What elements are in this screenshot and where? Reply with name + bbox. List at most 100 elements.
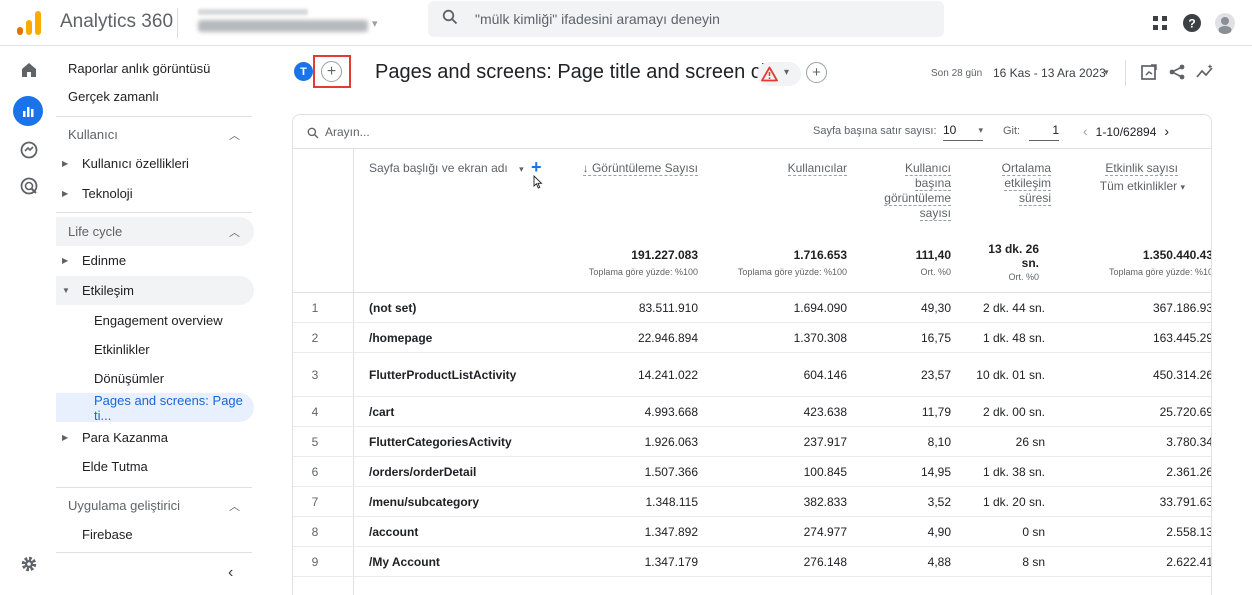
avg-engagement-value: 0 sn <box>1022 524 1045 539</box>
table-row[interactable]: 3 FlutterProductListActivity 14.241.022 604… <box>293 353 1211 397</box>
nav-item-events[interactable]: Etkinlikler <box>56 335 254 364</box>
nav-item-monetization[interactable]: ▶ Para Kazanma <box>56 423 254 452</box>
row-index: 9 <box>311 554 319 569</box>
plus-icon: + <box>321 61 342 82</box>
nav-group-user[interactable]: Kullanıcı ︿ <box>56 120 254 149</box>
search-bar[interactable]: "mülk kimliği" ifadesini aramayı deneyin <box>428 1 944 37</box>
row-index: 1 <box>311 300 319 315</box>
dimension-header[interactable]: Sayfa başlığı ve ekran adı ▾ <box>369 161 529 177</box>
search-icon <box>307 127 319 139</box>
users-value: 237.917 <box>803 434 847 449</box>
users-total-sub: Toplama göre yüzde: %100 <box>737 267 847 277</box>
event-count-value: 2.622.41 <box>1166 554 1212 569</box>
nav-item-realtime[interactable]: Gerçek zamanlı <box>56 82 254 111</box>
goto-page-input[interactable]: 1 <box>1029 123 1059 141</box>
chevron-up-icon: ︿ <box>229 129 240 142</box>
property-name-blurred <box>198 20 368 32</box>
nav-item-reports-snapshot[interactable]: Raporlar anlık görüntüsü <box>56 54 254 83</box>
dimension-value[interactable]: FlutterProductListActivity <box>369 353 569 396</box>
chevron-up-icon: ︿ <box>229 226 240 239</box>
duration-total-sub: Ort. %0 <box>1008 272 1039 282</box>
chevron-down-icon[interactable]: ▾ <box>1104 67 1109 78</box>
rows-per-page-label: Sayfa başına satır sayısı: <box>813 125 937 137</box>
avg-engagement-value: 2 dk. 00 sn. <box>982 404 1045 419</box>
event-count-column-header[interactable]: Etkinlik sayısı Tüm etkinlikler ▾ <box>1063 161 1211 195</box>
comparison-avatar[interactable]: T <box>294 62 313 81</box>
analytics-logo-icon[interactable] <box>17 11 43 35</box>
report-table: Arayın... Sayfa başına satır sayısı: 10 … <box>292 114 1212 595</box>
nav-item-firebase[interactable]: Firebase <box>56 520 254 549</box>
reports-icon[interactable] <box>13 96 43 126</box>
customize-report-icon[interactable] <box>1139 62 1159 82</box>
dimension-value[interactable]: /My Account <box>369 547 569 576</box>
help-icon[interactable]: ? <box>1181 12 1203 34</box>
date-range-picker[interactable]: 16 Kas - 13 Ara 2023 <box>993 66 1106 80</box>
table-row[interactable]: 2/homepage 22.946.894 1.370.308 16,75 1 dk. … <box>293 323 1211 353</box>
dimension-value[interactable]: /cart <box>369 397 569 426</box>
collapse-nav-chevron-left-icon[interactable]: ‹ <box>228 564 233 582</box>
warning-dropdown[interactable]: ▾ <box>757 62 801 86</box>
event-count-value: 3.780.34 <box>1166 434 1212 449</box>
nav-item-user-attributes[interactable]: ▶ Kullanıcı özellikleri <box>56 149 254 178</box>
avg-engagement-value: 1 dk. 20 sn. <box>982 494 1045 509</box>
insights-sparkline-icon[interactable] <box>1195 62 1215 82</box>
account-name-blurred <box>198 9 308 15</box>
dimension-value[interactable]: /menu/subcategory <box>369 487 569 516</box>
previous-page-icon[interactable]: ‹ <box>1083 123 1088 139</box>
table-search[interactable]: Arayın... <box>307 125 370 139</box>
views-value: 4.993.668 <box>644 404 698 419</box>
avg-engagement-column-header[interactable]: Ortalama etkileşim süresi <box>971 161 1051 206</box>
nav-item-engagement-overview[interactable]: Engagement overview <box>56 306 254 335</box>
table-row[interactable]: 1 (not set) 83.511.910 1.694.090 49,30 2 dk. … <box>293 293 1211 323</box>
table-row[interactable]: 6/orders/orderDetail 1.507.366 100.845 14,9… <box>293 457 1212 487</box>
nav-item-retention[interactable]: Elde Tutma <box>56 452 254 481</box>
expand-arrow-icon: ▶ <box>62 256 69 265</box>
table-row[interactable]: 7/menu/subcategory 1.348.115 382.833 3,52 1 … <box>293 487 1211 517</box>
dimension-value[interactable]: /orders/orderDetail <box>369 457 569 486</box>
table-row[interactable]: 8/account 1.347.892 274.977 4,90 0 sn 2.558.1… <box>293 517 1211 547</box>
users-value: 382.833 <box>803 494 847 509</box>
users-value: 604.146 <box>803 367 847 382</box>
account-avatar-icon[interactable] <box>1214 12 1236 34</box>
advertising-icon[interactable] <box>19 176 39 196</box>
users-value: 1.694.090 <box>793 300 847 315</box>
add-comparison-button[interactable]: + <box>313 55 351 88</box>
divider <box>177 8 178 38</box>
table-row[interactable]: 9/My Account 1.347.179 276.148 4,88 8 sn 2.62… <box>293 547 1212 577</box>
share-icon[interactable] <box>1167 62 1187 82</box>
rows-per-page-select[interactable]: 10 ▾ <box>943 123 983 141</box>
table-row[interactable]: 4/cart 4.993.668 423.638 11,79 2 dk. 00 sn. 2… <box>293 397 1211 427</box>
add-plus-icon[interactable]: + <box>806 62 827 83</box>
all-events-select[interactable]: Tüm etkinlikler <box>1100 179 1177 193</box>
users-column-header[interactable]: Kullanıcılar <box>733 161 847 176</box>
home-icon[interactable] <box>19 60 39 80</box>
apps-grid-icon[interactable] <box>1149 12 1171 34</box>
table-row[interactable]: 5 FlutterCategoriesActivity 1.926.063 237.9… <box>293 427 1212 457</box>
views-per-user-column-header[interactable]: Kullanıcı başına görüntüleme sayısı <box>867 161 951 221</box>
dimension-value[interactable]: /account <box>369 517 569 546</box>
views-value: 22.946.894 <box>637 330 698 345</box>
table-search-placeholder: Arayın... <box>325 125 370 139</box>
nav-group-lifecycle[interactable]: Life cycle ︿ <box>56 217 254 246</box>
nav-item-acquisition[interactable]: ▶ Edinme <box>56 246 254 275</box>
dimension-value[interactable]: FlutterCategoriesActivity <box>369 427 569 456</box>
nav-item-tech[interactable]: ▶ Teknoloji <box>56 179 254 208</box>
avg-engagement-value: 10 dk. 01 sn. <box>976 367 1045 382</box>
users-total: 1.716.653 <box>793 248 847 262</box>
settings-gear-icon[interactable] <box>19 554 39 574</box>
nav-item-conversions[interactable]: Dönüşümler <box>56 364 254 393</box>
users-value: 274.977 <box>803 524 847 539</box>
dimension-value[interactable]: /homepage <box>369 323 569 352</box>
views-per-user-value: 23,57 <box>920 367 951 382</box>
dimension-value[interactable]: (not set) <box>369 293 569 322</box>
views-column-header[interactable]: ↓ Görüntüleme Sayısı <box>543 161 698 176</box>
account-selector[interactable]: ▾ <box>188 6 388 40</box>
nav-item-pages-and-screens[interactable]: Pages and screens: Page ti... <box>56 393 254 423</box>
nav-group-app-developer[interactable]: Uygulama geliştirici ︿ <box>56 491 254 520</box>
next-page-icon[interactable]: › <box>1164 123 1169 139</box>
vpu-total: 111,40 <box>915 248 951 262</box>
event-count-value: 2.361.26 <box>1166 464 1212 479</box>
page-title: Pages and screens: Page title and screen… <box>375 61 797 83</box>
nav-item-engagement[interactable]: ▼ Etkileşim <box>56 276 254 305</box>
explore-icon[interactable] <box>19 140 39 160</box>
